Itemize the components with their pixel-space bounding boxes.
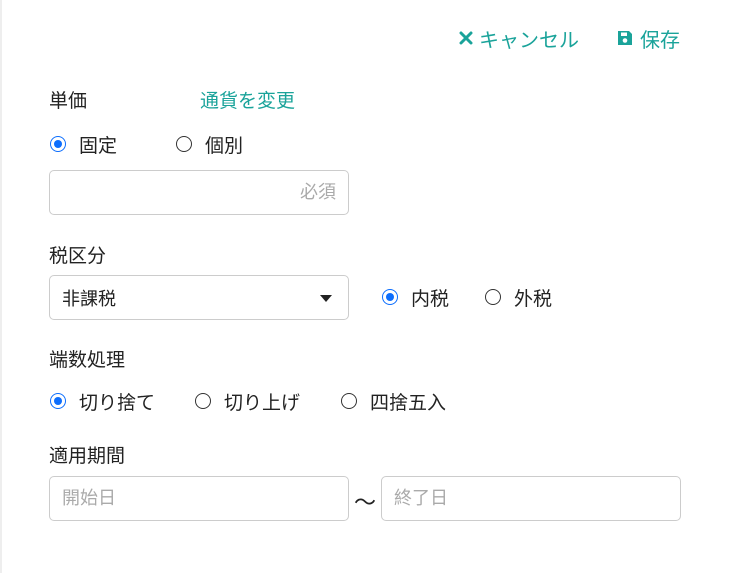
start-date-input[interactable] <box>49 476 349 521</box>
radio-individual-indicator[interactable] <box>176 136 192 152</box>
radio-fixed-indicator[interactable] <box>50 136 66 152</box>
end-date-input[interactable] <box>381 476 681 521</box>
save-button[interactable]: 保存 <box>616 24 680 52</box>
rounding-label: 端数処理 <box>49 349 126 371</box>
radio-round-up[interactable]: 切り上げ <box>195 388 300 414</box>
save-button-label: 保存 <box>640 27 680 52</box>
edit-form-panel: キャンセル 保存 単価 通貨を変更 固定 個別 税区分 非課税 内税 外税 <box>0 0 738 573</box>
radio-tax-exclusive-label: 外税 <box>514 287 553 310</box>
tax-category-select[interactable]: 非課税 <box>49 275 349 320</box>
application-period-label: 適用期間 <box>49 445 126 467</box>
radio-tax-inclusive[interactable]: 内税 <box>382 284 449 310</box>
tax-category-selected: 非課税 <box>62 288 116 310</box>
radio-round-up-indicator[interactable] <box>195 393 211 409</box>
radio-individual[interactable]: 個別 <box>176 131 243 157</box>
cancel-button[interactable]: キャンセル <box>459 24 579 52</box>
radio-round-half-label: 四捨五入 <box>370 391 447 414</box>
change-currency-link[interactable]: 通貨を変更 <box>200 86 295 113</box>
radio-fixed[interactable]: 固定 <box>50 131 117 157</box>
radio-tax-inclusive-indicator[interactable] <box>382 289 398 305</box>
radio-tax-inclusive-label: 内税 <box>411 287 450 310</box>
tax-category-label: 税区分 <box>49 245 107 267</box>
date-range-separator: 〜 <box>354 491 377 516</box>
radio-round-half[interactable]: 四捨五入 <box>341 388 446 414</box>
cancel-button-label: キャンセル <box>479 27 579 52</box>
radio-round-down[interactable]: 切り捨て <box>50 388 155 414</box>
caret-down-icon <box>320 295 332 302</box>
radio-round-down-indicator[interactable] <box>50 393 66 409</box>
close-icon <box>459 31 473 45</box>
radio-round-half-indicator[interactable] <box>341 393 357 409</box>
radio-tax-exclusive-indicator[interactable] <box>485 289 501 305</box>
radio-individual-label: 個別 <box>205 134 244 157</box>
radio-tax-exclusive[interactable]: 外税 <box>485 284 552 310</box>
unit-price-input[interactable] <box>49 170 349 215</box>
unit-price-label: 単価 <box>49 90 88 112</box>
radio-round-down-label: 切り捨て <box>79 391 156 414</box>
radio-round-up-label: 切り上げ <box>224 391 301 414</box>
radio-fixed-label: 固定 <box>79 134 118 157</box>
save-icon <box>616 29 634 47</box>
